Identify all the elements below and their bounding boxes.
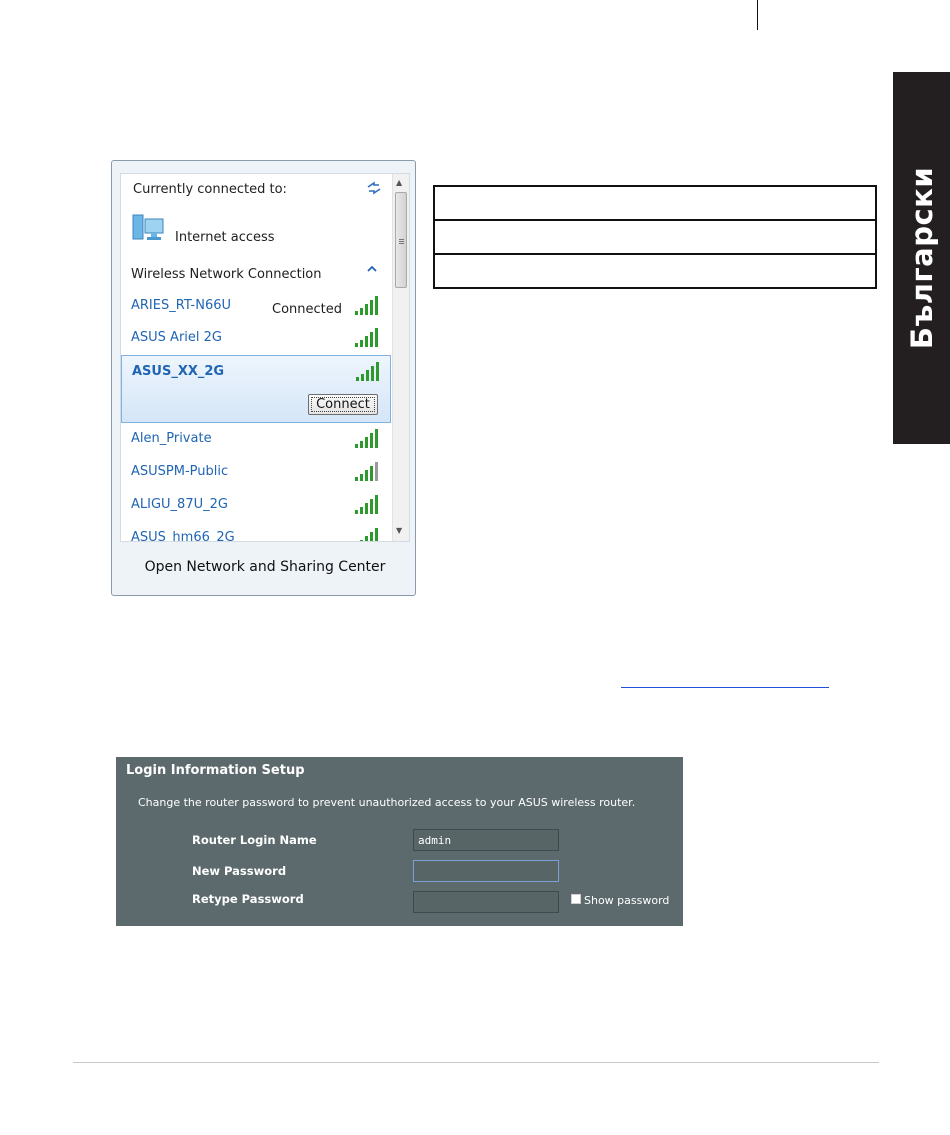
network-popup: Currently connected to: Internet access … — [111, 160, 416, 596]
table-row — [433, 219, 877, 255]
network-item-alen-private[interactable]: Alen_Private — [121, 423, 393, 455]
signal-strength-icon — [356, 362, 379, 381]
network-name: ALIGU_87U_2G — [131, 497, 228, 512]
wireless-section-title: Wireless Network Connection — [131, 267, 322, 282]
footer-rule — [73, 1062, 879, 1063]
chevron-up-icon[interactable] — [367, 265, 377, 273]
network-list-panel: Currently connected to: Internet access … — [120, 173, 410, 542]
network-name: ARIES_RT-N66U — [131, 298, 232, 313]
signal-strength-icon — [355, 328, 378, 347]
login-setup-panel: Login Information Setup Change the route… — [116, 757, 683, 926]
retype-password-input[interactable] — [413, 891, 559, 913]
refresh-icon[interactable] — [365, 179, 383, 197]
network-item-aligu[interactable]: ALIGU_87U_2G — [121, 489, 393, 521]
login-setup-description: Change the router password to prevent un… — [138, 796, 636, 809]
connect-button[interactable]: Connect — [308, 394, 378, 415]
checkbox-box[interactable] — [571, 894, 581, 904]
network-name: ASUS_hm66_2G — [131, 530, 235, 542]
network-name: Alen_Private — [131, 431, 212, 446]
language-tab-label: Български — [904, 166, 939, 350]
network-item-asuspm-public[interactable]: ASUSPM-Public — [121, 456, 393, 488]
new-password-label: New Password — [192, 864, 287, 878]
hyperlink-underline[interactable] — [621, 687, 829, 688]
signal-strength-icon — [355, 495, 378, 514]
scroll-grip — [399, 239, 404, 240]
table-row — [433, 185, 877, 221]
show-password-label: Show password — [584, 894, 670, 907]
signal-strength-icon — [355, 296, 378, 315]
top-rule — [757, 0, 758, 30]
internet-access-label: Internet access — [175, 230, 275, 245]
network-item-asus-hm66[interactable]: ASUS_hm66_2G — [121, 522, 393, 542]
show-password-checkbox[interactable]: Show password — [571, 894, 669, 907]
router-login-name-input[interactable] — [413, 829, 559, 851]
network-name: ASUS_XX_2G — [132, 364, 225, 379]
login-setup-title: Login Information Setup — [126, 763, 305, 778]
network-name: ASUSPM-Public — [131, 464, 229, 479]
network-list-scrollbar[interactable]: ▲ ▼ — [392, 174, 409, 541]
language-tab: Български — [893, 72, 950, 444]
signal-strength-icon — [355, 429, 378, 448]
signal-strength-icon — [360, 528, 378, 541]
signal-strength-icon — [355, 462, 378, 481]
scroll-thumb[interactable] — [395, 192, 407, 288]
connection-status: Connected — [272, 302, 343, 317]
table-row — [433, 253, 877, 289]
network-name: ASUS Ariel 2G — [131, 330, 222, 345]
network-item-asus-ariel[interactable]: ASUS Ariel 2G — [121, 322, 393, 354]
empty-info-table — [433, 185, 877, 289]
network-item-aries[interactable]: ARIES_RT-N66U Connected — [121, 290, 393, 322]
scroll-down-arrow-icon[interactable]: ▼ — [396, 526, 402, 535]
retype-password-label: Retype Password — [192, 892, 304, 906]
connected-heading: Currently connected to: — [133, 182, 287, 197]
network-computer-icon — [132, 214, 164, 240]
network-item-asus-xx[interactable]: ASUS_XX_2G Connect — [121, 355, 391, 423]
open-network-sharing-center-link[interactable]: Open Network and Sharing Center — [120, 545, 410, 589]
router-login-name-label: Router Login Name — [192, 833, 317, 847]
scroll-up-arrow-icon[interactable]: ▲ — [396, 178, 402, 187]
new-password-input[interactable] — [413, 860, 559, 882]
